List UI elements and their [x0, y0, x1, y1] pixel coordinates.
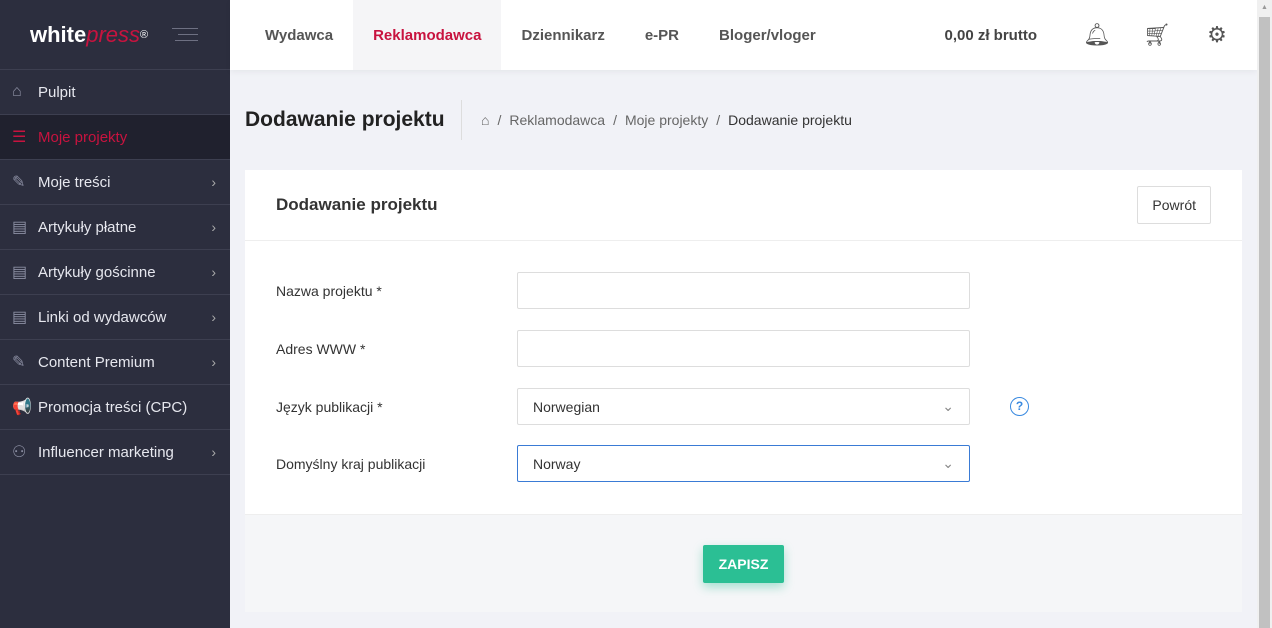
field-label: Nazwa projektu * [276, 282, 382, 299]
gear-icon[interactable]: ⚙ [1187, 22, 1247, 48]
sidebar-item-linki-od-wydawc-w[interactable]: ▤ Linki od wydawców › [0, 295, 230, 340]
project-form-card: Dodawanie projektu Powrót Nazwa projektu… [245, 170, 1242, 612]
page-title: Dodawanie projektu [245, 108, 445, 131]
chevron-right-icon: › [211, 264, 216, 280]
tab-dziennikarz[interactable]: Dziennikarz [501, 0, 624, 70]
country-select[interactable]: Norway ⌄ [517, 445, 970, 482]
field-label: Adres WWW * [276, 340, 366, 357]
users-icon: ⚇ [12, 444, 27, 461]
sidebar-item-moje-tre-ci[interactable]: ✎ Moje treści › [0, 160, 230, 205]
chevron-right-icon: › [211, 309, 216, 325]
sidebar-item-promocja-tre-ci-cpc-[interactable]: 📢 Promocja treści (CPC) [0, 385, 230, 430]
document-icon: ▤ [12, 264, 28, 281]
chevron-down-icon: ⌄ [942, 398, 954, 414]
logo[interactable]: white press ® [0, 0, 230, 70]
project-name-input[interactable] [517, 272, 970, 309]
home-icon: ⌂ [12, 83, 22, 100]
list-icon: ☰ [12, 129, 27, 146]
breadcrumb-current: Dodawanie projektu [728, 112, 852, 128]
divider [461, 100, 462, 140]
field-label: Język publikacji * [276, 398, 383, 415]
sidebar-item-pulpit[interactable]: ⌂ Pulpit [0, 70, 230, 115]
document-icon: ▤ [12, 219, 28, 236]
megaphone-icon: 📢 [12, 399, 32, 416]
document-icon: ▤ [12, 309, 28, 326]
top-navigation: Wydawca Reklamodawca Dziennikarz e-PR Bloger… [230, 0, 1257, 70]
chevron-right-icon: › [211, 444, 216, 460]
home-icon[interactable]: ⌂ [481, 112, 489, 128]
sidebar-item-artyku-y-p-atne[interactable]: ▤ Artykuły płatne › [0, 205, 230, 250]
breadcrumb-link[interactable]: Reklamodawca [509, 112, 605, 128]
chevron-right-icon: › [211, 174, 216, 190]
menu-toggle-icon[interactable] [172, 23, 199, 46]
tab-wydawca[interactable]: Wydawca [245, 0, 353, 70]
back-button[interactable]: Powrót [1137, 186, 1211, 224]
chevron-right-icon: › [211, 354, 216, 370]
tab-bloger-vloger[interactable]: Bloger/vloger [699, 0, 836, 70]
edit-icon: ✎ [12, 354, 26, 371]
sidebar-item-influencer-marketing[interactable]: ⚇ Influencer marketing › [0, 430, 230, 475]
tab-e-pr[interactable]: e-PR [625, 0, 699, 70]
scrollbar[interactable]: ▲ [1257, 0, 1272, 628]
tab-reklamodawca[interactable]: Reklamodawca [353, 0, 502, 70]
website-url-input[interactable] [517, 330, 970, 367]
chevron-right-icon: › [211, 219, 216, 235]
field-label: Domyślny kraj publikacji [276, 455, 426, 472]
sidebar: white press ® ⌂ Pulpit ☰ Moje projekty ✎ Moje t… [0, 0, 230, 628]
language-select[interactable]: Norwegian ⌄ [517, 388, 970, 425]
chevron-down-icon: ⌄ [942, 455, 954, 471]
bell-icon[interactable]: 🔔︎ [1067, 22, 1127, 48]
save-button[interactable]: ZAPISZ [702, 544, 785, 583]
balance[interactable]: 0,00 zł brutto [944, 27, 1037, 44]
cart-icon[interactable]: 🛒︎ [1127, 22, 1187, 48]
card-title: Dodawanie projektu [276, 195, 438, 214]
help-icon[interactable]: ? [1010, 397, 1029, 416]
breadcrumb-link[interactable]: Moje projekty [625, 112, 708, 128]
sidebar-item-moje-projekty[interactable]: ☰ Moje projekty [0, 115, 230, 160]
breadcrumb: ⌂ / Reklamodawca / Moje projekty / Dodawani… [481, 112, 852, 128]
sidebar-item-content-premium[interactable]: ✎ Content Premium › [0, 340, 230, 385]
edit-icon: ✎ [12, 174, 26, 191]
sidebar-item-artyku-y-go-cinne[interactable]: ▤ Artykuły gościnne › [0, 250, 230, 295]
